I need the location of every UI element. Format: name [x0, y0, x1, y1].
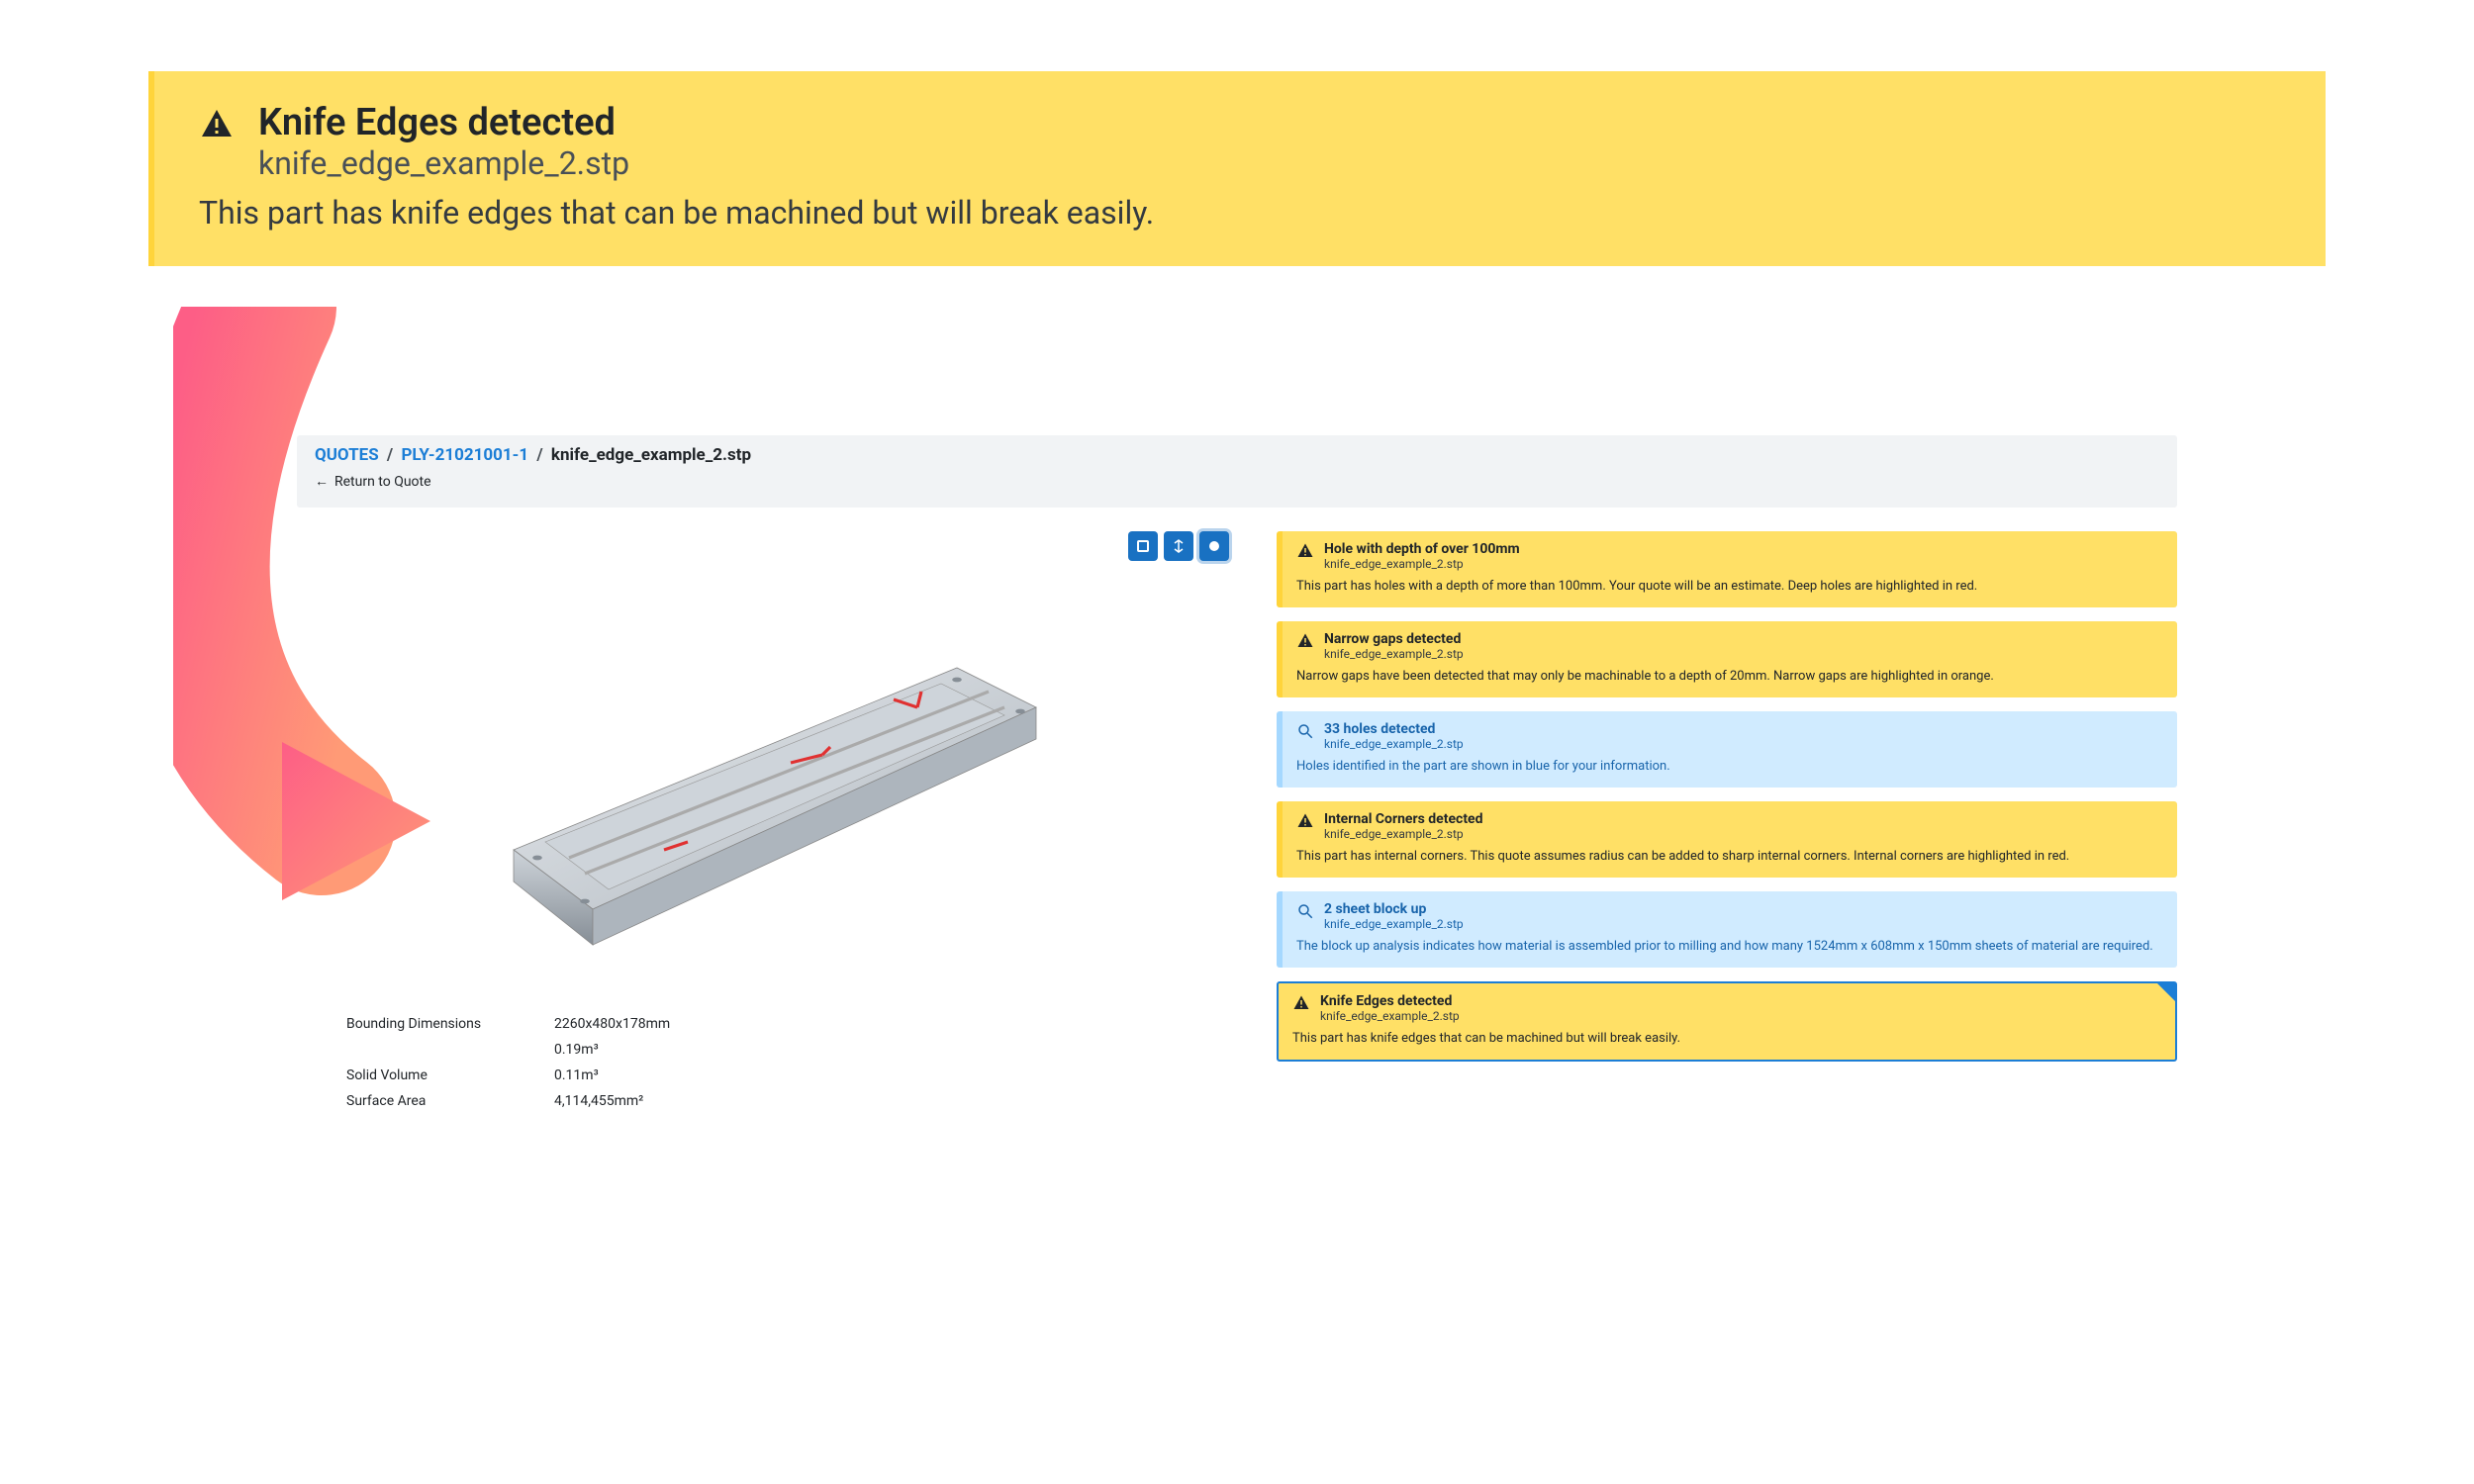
surface-area-label: Surface Area: [346, 1093, 554, 1109]
bounding-dims-value: 2260x480x178mm: [554, 1016, 670, 1032]
issue-message: This part has holes with a depth of more…: [1296, 579, 2163, 594]
issue-title: 2 sheet block up: [1324, 901, 1464, 917]
square-icon: [1136, 539, 1150, 553]
issue-title: 33 holes detected: [1324, 721, 1464, 737]
search-icon: [1296, 902, 1314, 920]
warning-icon: [1292, 994, 1310, 1012]
solid-volume-label: Solid Volume: [346, 1067, 554, 1083]
issue-filename: knife_edge_example_2.stp: [1324, 647, 1464, 661]
issue-message: Narrow gaps have been detected that may …: [1296, 669, 2163, 684]
issue-card[interactable]: Knife Edges detectedknife_edge_example_2…: [1277, 981, 2177, 1062]
viewer-container: QUOTES / PLY-21021001-1 / knife_edge_exa…: [297, 435, 2177, 1425]
issue-message: Holes identified in the part are shown i…: [1296, 759, 2163, 774]
warning-icon: [1296, 632, 1314, 650]
alert-message: This part has knife edges that can be ma…: [199, 194, 2281, 232]
issue-message: This part has knife edges that can be ma…: [1292, 1031, 2161, 1046]
dimensions-table: Bounding Dimensions 2260x480x178mm 0.19m…: [346, 1016, 1237, 1109]
issue-filename: knife_edge_example_2.stp: [1324, 557, 1520, 571]
issue-filename: knife_edge_example_2.stp: [1324, 827, 1483, 841]
issue-filename: knife_edge_example_2.stp: [1320, 1009, 1460, 1023]
bounding-volume-value: 0.19m³: [554, 1042, 599, 1058]
issues-panel: Hole with depth of over 100mmknife_edge_…: [1277, 531, 2177, 1119]
arrows-icon: [1172, 539, 1186, 553]
issue-title: Narrow gaps detected: [1324, 631, 1464, 647]
surface-area-value: 4,114,455mm²: [554, 1093, 643, 1109]
issue-filename: knife_edge_example_2.stp: [1324, 917, 1464, 931]
alert-title: Knife Edges detected: [258, 101, 629, 144]
alert-banner: Knife Edges detected knife_edge_example_…: [148, 71, 2326, 266]
issue-card[interactable]: Narrow gaps detectedknife_edge_example_2…: [1277, 621, 2177, 697]
issue-card[interactable]: 33 holes detectedknife_edge_example_2.st…: [1277, 711, 2177, 788]
view-wireframe-button[interactable]: [1128, 531, 1158, 561]
circle-icon: [1207, 539, 1221, 553]
solid-volume-value: 0.11m³: [554, 1067, 599, 1083]
view-shaded-button[interactable]: [1199, 531, 1229, 561]
search-icon: [1296, 722, 1314, 740]
issue-message: The block up analysis indicates how mate…: [1296, 939, 2163, 954]
issue-message: This part has internal corners. This quo…: [1296, 849, 2163, 864]
issue-card[interactable]: Hole with depth of over 100mmknife_edge_…: [1277, 531, 2177, 607]
callout-arrow: [173, 307, 440, 900]
warning-icon: [1296, 812, 1314, 830]
breadcrumb-bar: QUOTES / PLY-21021001-1 / knife_edge_exa…: [297, 435, 2177, 508]
bounding-dims-label: Bounding Dimensions: [346, 1016, 554, 1032]
issue-title: Hole with depth of over 100mm: [1324, 541, 1520, 557]
breadcrumb: QUOTES / PLY-21021001-1 / knife_edge_exa…: [315, 445, 2159, 465]
breadcrumb-current: knife_edge_example_2.stp: [551, 445, 751, 465]
issue-title: Knife Edges detected: [1320, 993, 1460, 1009]
warning-icon: [1296, 542, 1314, 560]
issue-title: Internal Corners detected: [1324, 811, 1483, 827]
breadcrumb-sep: /: [536, 445, 542, 465]
issue-filename: knife_edge_example_2.stp: [1324, 737, 1464, 751]
issue-card[interactable]: Internal Corners detectedknife_edge_exam…: [1277, 801, 2177, 878]
view-orient-button[interactable]: [1164, 531, 1193, 561]
warning-icon: [199, 107, 235, 142]
issue-card[interactable]: 2 sheet block upknife_edge_example_2.stp…: [1277, 891, 2177, 968]
alert-subtitle: knife_edge_example_2.stp: [258, 144, 629, 182]
